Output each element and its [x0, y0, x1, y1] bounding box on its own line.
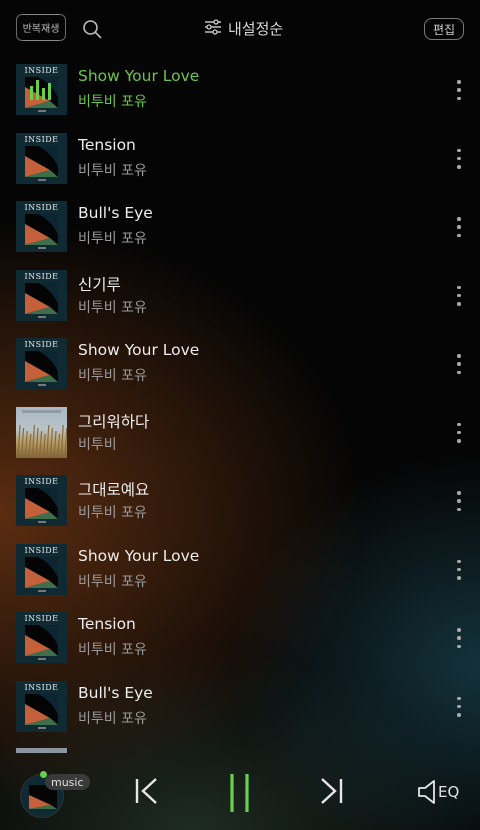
- sort-label: 내설정순: [228, 20, 284, 38]
- more-options-icon[interactable]: [456, 628, 462, 648]
- album-art: INSIDE: [16, 680, 67, 732]
- song-artist: 비투비 포유: [78, 94, 147, 110]
- album-art: INSIDE: [16, 475, 67, 526]
- album-art: INSIDE: [16, 64, 67, 115]
- more-options-icon[interactable]: [456, 354, 462, 374]
- more-options-icon[interactable]: [456, 422, 462, 443]
- sort-sliders-icon: [204, 18, 222, 39]
- song-artist: 비투비 포유: [78, 231, 147, 247]
- eq-label: EQ: [438, 783, 460, 801]
- song-title: 신기루: [78, 275, 121, 294]
- speaker-icon: [418, 780, 435, 804]
- pause-button[interactable]: [228, 773, 252, 817]
- now-playing-bars-icon: [30, 80, 51, 100]
- song-title: Show Your Love: [78, 546, 200, 565]
- song-row[interactable]: INSIDE Show Your Love 비투비 포유: [0, 538, 480, 607]
- song-title: Tension: [78, 135, 136, 154]
- song-row[interactable]: INSIDE Show Your Love 비투비 포유: [0, 332, 480, 401]
- song-title: Show Your Love: [78, 67, 200, 85]
- song-title: Show Your Love: [78, 341, 200, 359]
- song-row[interactable]: 그리워하다비투비: [0, 401, 480, 470]
- album-art: INSIDE: [16, 269, 67, 321]
- song-row[interactable]: INSIDE 신기루비투비 포유: [0, 264, 480, 333]
- previous-track-button[interactable]: [134, 777, 160, 809]
- more-options-icon[interactable]: [456, 696, 462, 717]
- song-artist: 비투비 포유: [78, 710, 147, 727]
- song-row[interactable]: INSIDE Bull's Eye 비투비 포유: [0, 195, 480, 264]
- song-artist: 비투비 포유: [78, 642, 147, 658]
- song-title: Bull's Eye: [78, 204, 153, 222]
- song-row[interactable]: INSIDE Tension 비투비 포유: [0, 127, 480, 196]
- song-title: 그대로예요: [78, 481, 150, 499]
- search-icon[interactable]: [82, 19, 102, 39]
- song-artist: 비투비 포유: [78, 368, 147, 384]
- music-badge-label: music: [51, 775, 84, 789]
- equalizer-button[interactable]: EQ: [417, 779, 459, 805]
- song-title: Bull's Eye: [78, 683, 153, 702]
- album-art: INSIDE: [16, 338, 67, 389]
- song-artist: 비투비: [78, 436, 117, 453]
- repeat-label: 반복재생: [22, 24, 60, 35]
- more-options-icon[interactable]: [456, 285, 462, 306]
- album-art: INSIDE: [16, 132, 67, 184]
- skip-previous-icon: [135, 778, 157, 804]
- edit-label: 편집: [432, 22, 456, 37]
- album-art: [16, 406, 67, 458]
- more-options-icon[interactable]: [456, 148, 462, 169]
- more-options-icon[interactable]: [456, 491, 462, 511]
- player-bar: music EQ: [0, 755, 480, 830]
- album-art: INSIDE: [16, 612, 67, 663]
- skip-next-icon: [321, 778, 343, 804]
- repeat-button[interactable]: 반복재생: [16, 14, 66, 41]
- song-row[interactable]: INSIDE Bull's Eye 비투비 포유: [0, 675, 480, 744]
- song-title: Tension: [78, 615, 136, 633]
- song-row[interactable]: INSIDE 그대로예요비투비 포유: [0, 469, 480, 538]
- album-art: INSIDE: [16, 201, 67, 252]
- song-artist: 비투비 포유: [78, 162, 147, 179]
- music-badge: music: [45, 774, 90, 790]
- song-title: 그리워하다: [78, 412, 150, 431]
- song-artist: 비투비 포유: [78, 299, 147, 316]
- album-art: INSIDE: [16, 543, 67, 595]
- next-track-button[interactable]: [318, 777, 344, 809]
- more-options-icon[interactable]: [456, 559, 462, 580]
- song-artist: 비투비 포유: [78, 573, 147, 590]
- edit-button[interactable]: 편집: [424, 18, 464, 40]
- more-options-icon[interactable]: [456, 80, 462, 100]
- song-row[interactable]: INSIDE Tension 비투비 포유: [0, 606, 480, 675]
- top-bar: 반복재생 내설정순 편집: [0, 0, 480, 58]
- more-options-icon[interactable]: [456, 217, 462, 237]
- song-row[interactable]: INSIDE Show Your Love 비투비 포유: [0, 58, 480, 127]
- pause-icon: [230, 774, 249, 812]
- next-item-peek: [16, 748, 67, 753]
- song-artist: 비투비 포유: [78, 505, 147, 521]
- sort-button[interactable]: 내설정순: [204, 18, 283, 39]
- playlist: INSIDE Show Your Love 비투비 포유 INSIDE Tension 비…: [0, 58, 480, 743]
